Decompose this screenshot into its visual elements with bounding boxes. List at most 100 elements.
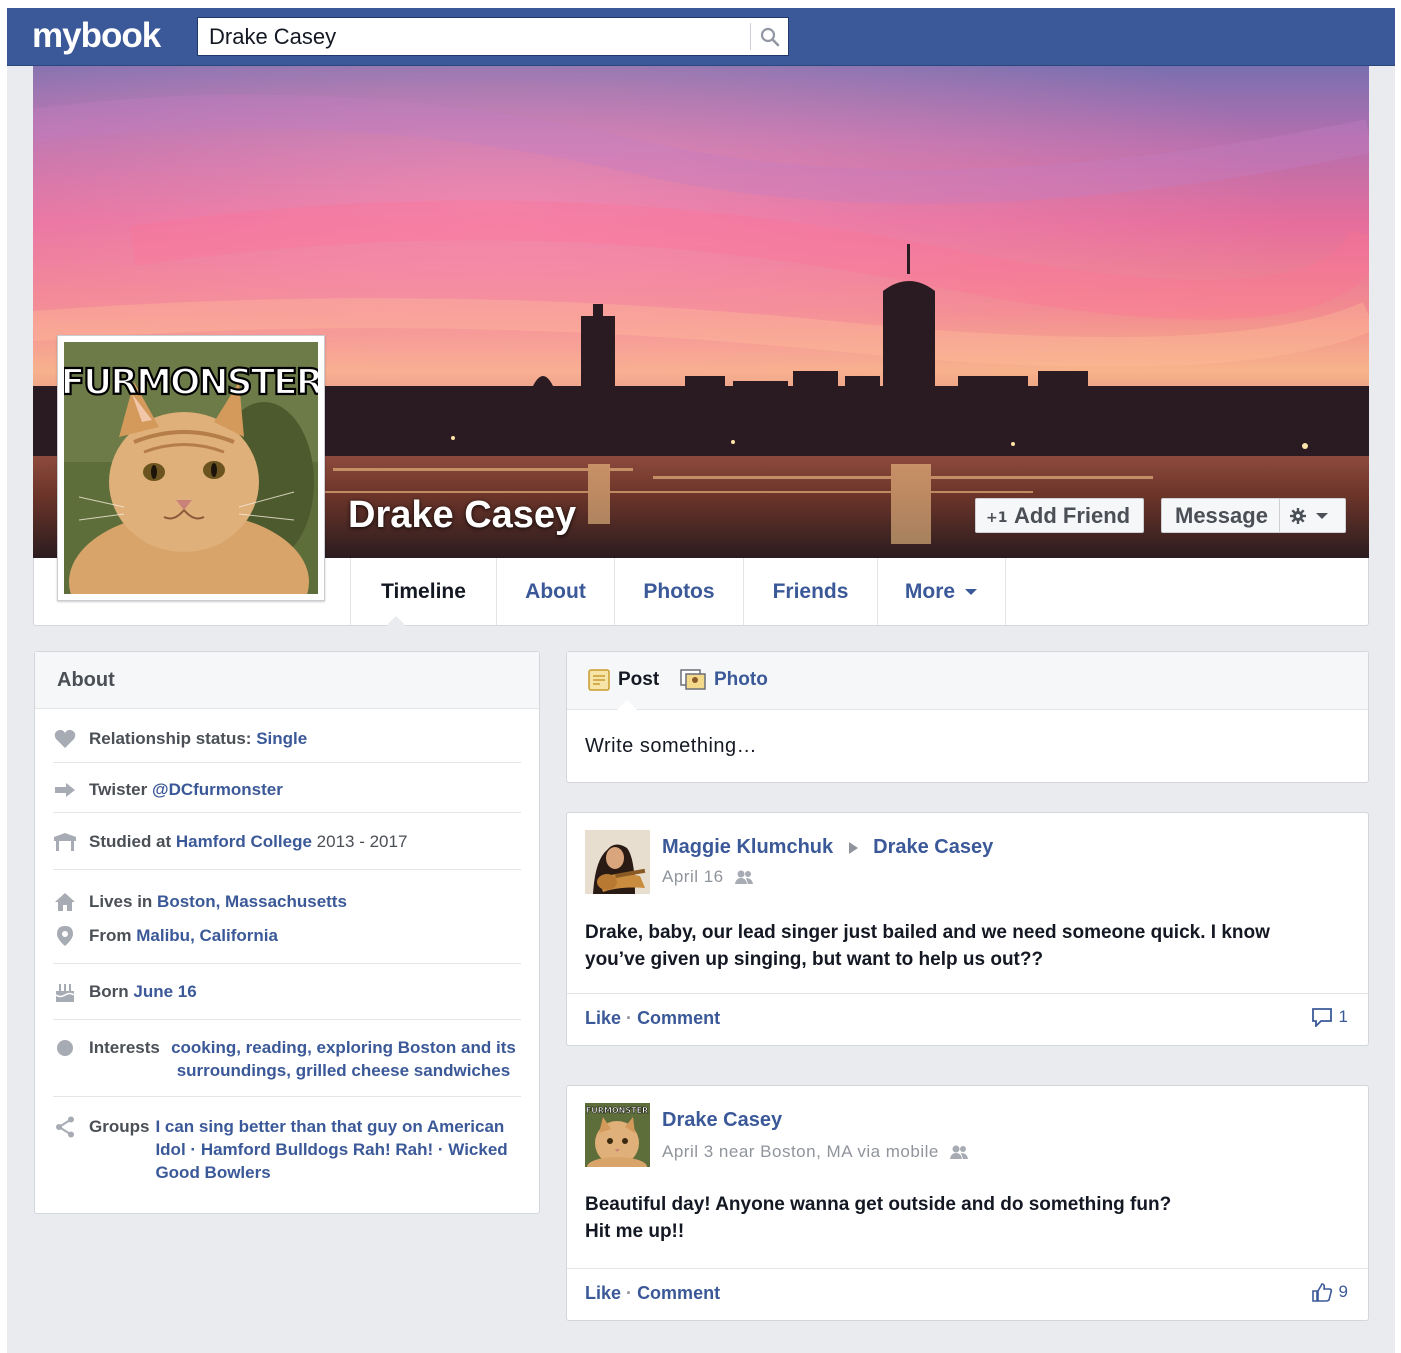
- post-body: Drake, baby, our lead singer just bailed…: [585, 922, 1270, 970]
- composer-photo-label: Photo: [714, 669, 768, 690]
- tab-timeline[interactable]: Timeline: [350, 558, 496, 625]
- from-label: From: [89, 926, 132, 945]
- thumbs-up-icon: [1311, 1283, 1332, 1302]
- like-button[interactable]: Like: [585, 1008, 621, 1028]
- arrow-right-icon: [55, 783, 75, 797]
- tab-about-label: About: [525, 579, 586, 603]
- post-footer: Like · Comment 9: [567, 1268, 1368, 1320]
- twitter-label: Twister: [89, 780, 148, 799]
- friends-audience-icon[interactable]: [734, 869, 754, 885]
- school-icon: [54, 833, 76, 851]
- post-body-line: Hit me up!!: [585, 1221, 685, 1242]
- avatar-caption: FURMONSTER: [586, 1106, 648, 1115]
- active-tab-pointer: [386, 616, 406, 626]
- education-label: Studied at: [89, 832, 172, 851]
- group-link[interactable]: Hamford Bulldogs Rah! Rah!: [201, 1140, 433, 1159]
- like-count-value: 9: [1338, 1282, 1348, 1301]
- post-actions: Like · Comment: [585, 1283, 720, 1304]
- add-friend-label: Add Friend: [1014, 502, 1131, 528]
- photo-icon: [680, 669, 706, 690]
- comment-count-value: 1: [1338, 1007, 1348, 1026]
- circle-icon: [57, 1040, 73, 1056]
- composer-active-pointer: [617, 700, 637, 710]
- like-button[interactable]: Like: [585, 1283, 621, 1303]
- divider: [53, 1096, 521, 1097]
- svg-text:+1: +1: [986, 510, 1007, 525]
- home-icon: [55, 893, 75, 911]
- comment-icon: [1311, 1008, 1332, 1027]
- search-icon: [760, 27, 779, 46]
- birthday-link[interactable]: June 16: [133, 982, 196, 1001]
- heart-icon: [54, 729, 76, 748]
- post-actions: Like · Comment: [585, 1008, 720, 1029]
- logo[interactable]: mybook: [32, 16, 161, 56]
- profile-picture[interactable]: FURMONSTER: [57, 335, 325, 601]
- meme-caption: FURMONSTER: [64, 361, 318, 404]
- avatar[interactable]: [585, 830, 650, 894]
- group-separator: ·: [437, 1140, 444, 1159]
- options-menu-button[interactable]: [1280, 507, 1329, 525]
- avatar[interactable]: FURMONSTER: [585, 1103, 650, 1167]
- search-input[interactable]: [198, 18, 749, 55]
- divider: [53, 869, 521, 870]
- friends-audience-icon[interactable]: [949, 1144, 969, 1160]
- divider: [53, 762, 521, 763]
- message-button[interactable]: Message: [1161, 498, 1346, 533]
- tab-more[interactable]: More: [877, 558, 1006, 625]
- composer-tab-post[interactable]: Post: [588, 669, 659, 691]
- maggie-avatar-image: [585, 830, 650, 894]
- current-city-link[interactable]: Boston, Massachusetts: [157, 892, 347, 911]
- about-interests: Interests cooking, reading, exploring Bo…: [53, 1036, 521, 1082]
- profile-name[interactable]: Drake Casey: [348, 494, 576, 537]
- post-body-line: Beautiful day! Anyone wanna get outside …: [585, 1194, 1172, 1215]
- composer-post-label: Post: [618, 669, 660, 690]
- comment-button[interactable]: Comment: [637, 1008, 720, 1028]
- post-header: Drake Casey: [662, 1109, 782, 1132]
- post-card: Maggie Klumchuk Drake Casey April 16 Dra…: [566, 812, 1369, 1046]
- interests-link[interactable]: cooking, reading, exploring Boston and i…: [166, 1036, 521, 1082]
- about-groups: Groups I can sing better than that guy o…: [53, 1115, 521, 1187]
- composer-tab-photo[interactable]: Photo: [680, 669, 768, 691]
- page-frame: mybook Drake Casey Drake Casey +1 Add Fr…: [7, 8, 1395, 1353]
- post-composer: Post Photo: [566, 651, 1369, 783]
- comment-button[interactable]: Comment: [637, 1283, 720, 1303]
- group-separator: ·: [190, 1140, 197, 1159]
- top-bar: mybook: [7, 8, 1395, 66]
- tab-more-label: More: [904, 579, 956, 603]
- like-count[interactable]: 9: [1311, 1282, 1348, 1302]
- hometown-link[interactable]: Malibu, California: [136, 926, 278, 945]
- tab-photos[interactable]: Photos: [614, 558, 743, 625]
- tab-timeline-label: Timeline: [381, 579, 466, 603]
- about-card: About Relationship status: Single Twiste…: [34, 651, 540, 1214]
- school-link[interactable]: Hamford College: [176, 832, 312, 851]
- tab-about[interactable]: About: [496, 558, 614, 625]
- post-meta: April 3 near Boston, MA via mobile: [662, 1142, 969, 1162]
- post-target-link[interactable]: Drake Casey: [873, 836, 993, 859]
- post-timestamp[interactable]: April 3 near Boston, MA via mobile: [662, 1142, 939, 1162]
- composer-tabs: Post Photo: [567, 652, 1368, 710]
- about-card-title: About: [35, 652, 539, 709]
- born-label: Born: [89, 982, 129, 1001]
- post-author-link[interactable]: Maggie Klumchuk: [662, 836, 833, 859]
- divider: [53, 812, 521, 813]
- groups-label: Groups: [89, 1117, 150, 1136]
- relationship-label: Relationship status:: [89, 729, 252, 748]
- tab-friends-label: Friends: [772, 579, 849, 603]
- tab-friends[interactable]: Friends: [743, 558, 877, 625]
- add-friend-button[interactable]: +1 Add Friend: [975, 498, 1144, 533]
- location-pin-icon: [57, 926, 73, 946]
- post-timestamp[interactable]: April 16: [662, 867, 724, 887]
- action-separator: ·: [626, 1008, 633, 1028]
- add-friend-icon: +1: [986, 510, 1007, 525]
- status-post-icon: [588, 669, 610, 691]
- drake-avatar-image: FURMONSTER: [585, 1103, 650, 1167]
- action-separator: ·: [626, 1283, 633, 1303]
- relationship-value-link[interactable]: Single: [256, 729, 307, 748]
- share-icon: [56, 1116, 74, 1138]
- search-button[interactable]: [751, 18, 788, 55]
- status-input[interactable]: [567, 710, 1368, 782]
- twitter-handle-link[interactable]: @DCfurmonster: [152, 780, 283, 799]
- comment-count[interactable]: 1: [1311, 1007, 1348, 1027]
- svg-text:FURMONSTER: FURMONSTER: [64, 362, 318, 403]
- post-author-link[interactable]: Drake Casey: [662, 1109, 782, 1132]
